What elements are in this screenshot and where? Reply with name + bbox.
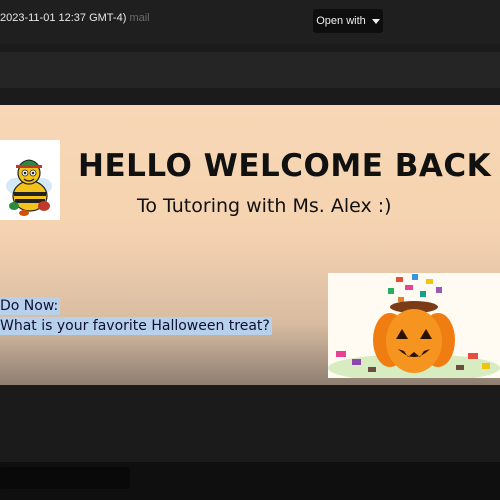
do-now-question: What is your favorite Halloween treat?: [0, 317, 272, 335]
file-title-ghost-text: mail: [129, 12, 150, 24]
file-title-text: 2023-11-01 12:37 GMT-4): [0, 12, 127, 24]
slide-title: HELLO WELCOME BACK !!: [78, 148, 500, 184]
pumpkin-candy-image: [328, 273, 500, 378]
redacted-region: [0, 467, 130, 489]
bee-mascot-image: [0, 140, 60, 220]
viewer-toolbar-band: [0, 52, 500, 88]
do-now-label: Do Now:: [0, 297, 61, 315]
do-now-block: Do Now: What is your favorite Halloween …: [0, 296, 272, 336]
file-title: 2023-11-01 12:37 GMT-4) mail: [0, 12, 150, 24]
open-with-button[interactable]: Open with: [313, 9, 383, 33]
open-with-label: Open with: [316, 15, 366, 27]
chevron-down-icon: [371, 18, 380, 24]
pumpkin-candy-icon: [328, 274, 500, 378]
slide-subtitle: To Tutoring with Ms. Alex :): [137, 195, 392, 217]
bee-mascot-icon: [6, 159, 52, 216]
viewer-topbar: 2023-11-01 12:37 GMT-4) mail Open with: [0, 0, 500, 44]
slide: HELLO WELCOME BACK !! To Tutoring with M…: [0, 105, 500, 385]
